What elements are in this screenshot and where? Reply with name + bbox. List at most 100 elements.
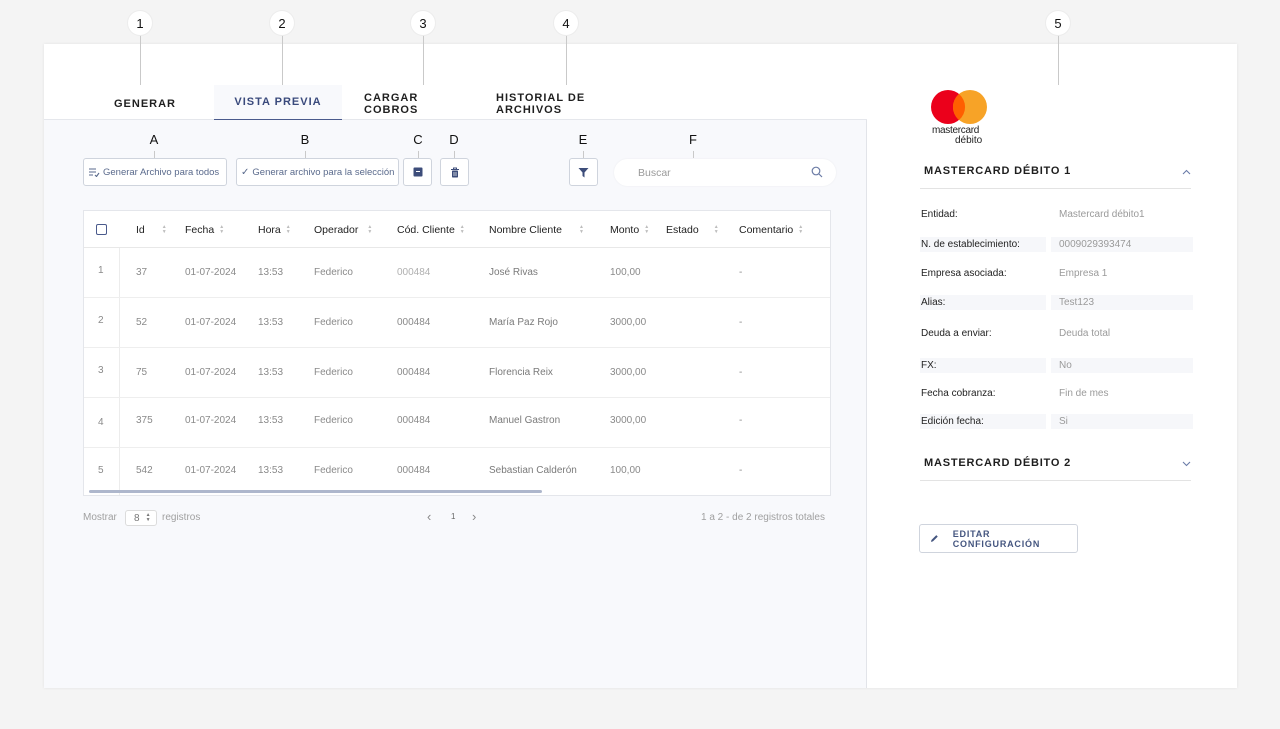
col-operador[interactable]: Operador ▲ ▼	[314, 224, 372, 236]
section-divider	[920, 188, 1191, 189]
cell-comentario: -	[739, 267, 743, 278]
cell-comentario: -	[739, 317, 743, 328]
sort-icon: ▲ ▼	[578, 224, 584, 235]
cell-fecha: 01-07-2024	[185, 465, 237, 476]
col-monto-label: Monto	[610, 224, 640, 236]
chevron-down-icon[interactable]	[1182, 461, 1191, 467]
cell-id: 37	[136, 267, 148, 278]
cell-fecha: 01-07-2024	[185, 317, 237, 328]
section-divider	[920, 480, 1191, 481]
cell-hora: 13:53	[258, 317, 284, 328]
delete-button[interactable]	[440, 158, 469, 186]
col-nombre-cliente[interactable]: Nombre Cliente ▲ ▼	[489, 224, 584, 236]
prev-page-button[interactable]: ‹	[427, 509, 431, 524]
horizontal-scrollbar[interactable]	[89, 490, 542, 493]
field-value-alias: Test123	[1051, 295, 1193, 310]
sort-icon: ▲ ▼	[219, 224, 225, 235]
table-row[interactable]: 5 542 01-07-2024 13:53 Federico 000484 S…	[84, 447, 830, 495]
field-label-establecimiento: N. de establecimiento:	[920, 237, 1046, 252]
tab-cargar-cobros[interactable]: CARGAR COBROS	[364, 86, 476, 121]
sort-icon: ▲ ▼	[459, 224, 465, 235]
cell-fecha: 01-07-2024	[185, 267, 237, 278]
sort-icon: ▲ ▼	[367, 224, 373, 235]
tab-vista-previa[interactable]: VISTA PREVIA	[214, 85, 342, 120]
cell-hora: 13:53	[258, 367, 284, 378]
col-cod-cliente[interactable]: Cód. Cliente ▲ ▼	[397, 224, 465, 236]
table-row[interactable]: 1 37 01-07-2024 13:53 Federico 000484 Jo…	[84, 248, 830, 298]
table-row[interactable]: 2 52 01-07-2024 13:53 Federico 000484 Ma…	[84, 298, 830, 348]
col-hora[interactable]: Hora ▲ ▼	[258, 224, 291, 236]
filter-button[interactable]	[569, 158, 598, 186]
edit-config-button[interactable]: EDITAR CONFIGURACIÓN	[919, 524, 1078, 553]
callout-1: 1	[128, 11, 152, 35]
callout-f: F	[681, 127, 705, 151]
callout-d: D	[442, 127, 466, 151]
archive-icon	[413, 167, 422, 177]
callout-e: E	[571, 127, 595, 151]
col-monto[interactable]: Monto ▲ ▼	[610, 224, 649, 236]
trash-icon	[450, 167, 459, 177]
section-title-debito-2[interactable]: MASTERCARD DÉBITO 2	[924, 457, 1071, 469]
sort-icon: ▲ ▼	[161, 224, 167, 235]
tab-historial-archivos[interactable]: HISTORIAL DE ARCHIVOS	[496, 86, 648, 121]
cell-monto: 3000,00	[610, 367, 647, 378]
cell-id: 542	[136, 465, 153, 476]
generate-all-button[interactable]: Generar Archivo para todos	[83, 158, 227, 186]
search-input[interactable]	[614, 159, 836, 186]
select-all-checkbox[interactable]	[96, 224, 107, 235]
callout-line-4	[566, 35, 567, 85]
row-number: 3	[98, 365, 104, 376]
cell-operador: Federico	[314, 465, 353, 476]
col-cod-cliente-label: Cód. Cliente	[397, 224, 455, 236]
next-page-button[interactable]: ›	[472, 509, 476, 524]
field-value-entidad: Mastercard débito1	[1051, 207, 1193, 222]
cell-monto: 100,00	[610, 267, 641, 278]
callout-2: 2	[270, 11, 294, 35]
callout-line-3	[423, 35, 424, 85]
archive-button[interactable]	[403, 158, 432, 186]
cell-comentario: -	[739, 367, 743, 378]
cell-id: 75	[136, 367, 148, 378]
callout-line-1	[140, 35, 141, 85]
page-size-select[interactable]: 8 ▲ ▼	[125, 510, 157, 526]
callout-5: 5	[1046, 11, 1070, 35]
logo-text-debito: débito	[955, 135, 983, 146]
field-label-entidad: Entidad:	[920, 207, 1046, 222]
callout-b: B	[293, 127, 317, 151]
table-row[interactable]: 4 375 01-07-2024 13:53 Federico 000484 M…	[84, 398, 830, 448]
section-title-debito-1[interactable]: MASTERCARD DÉBITO 1	[924, 165, 1071, 177]
field-value-establecimiento: 0009029393474	[1051, 237, 1193, 252]
sort-icon: ▲ ▼	[713, 224, 719, 235]
data-table: Id ▲ ▼ Fecha ▲ ▼ Hora ▲ ▼ Operador ▲ ▼ Cód. Clie…	[83, 210, 831, 496]
col-hora-label: Hora	[258, 224, 281, 236]
cell-nombre-cliente: Florencia Reix	[489, 367, 553, 378]
cell-nombre-cliente: Sebastian Calderón	[489, 465, 577, 476]
table-row[interactable]: 3 75 01-07-2024 13:53 Federico 000484 Fl…	[84, 348, 830, 398]
field-label-alias: Alias:	[920, 295, 1046, 310]
generate-all-label: Generar Archivo para todos	[103, 166, 220, 178]
field-label-empresa: Empresa asociada:	[920, 266, 1046, 281]
row-number: 5	[98, 465, 104, 476]
check-icon: ✓	[241, 166, 250, 178]
cell-monto: 3000,00	[610, 317, 647, 328]
field-value-deuda: Deuda total	[1051, 326, 1193, 341]
col-comentario[interactable]: Comentario ▲ ▼	[739, 224, 803, 236]
cell-fecha: 01-07-2024	[185, 415, 237, 426]
callout-3: 3	[411, 11, 435, 35]
cell-hora: 13:53	[258, 267, 284, 278]
col-fecha-label: Fecha	[185, 224, 215, 236]
pencil-icon	[930, 535, 938, 542]
chevron-up-icon[interactable]	[1182, 169, 1191, 175]
page-number[interactable]: 1	[451, 512, 455, 521]
tab-generar[interactable]: GENERAR	[103, 86, 187, 121]
sort-icon: ▲ ▼	[798, 224, 804, 235]
search-icon[interactable]	[811, 166, 823, 178]
generate-selection-button[interactable]: ✓ Generar archivo para la selección	[236, 158, 399, 186]
cell-cod-cliente: 000484	[397, 267, 431, 278]
col-estado-label: Estado	[666, 224, 699, 236]
col-id[interactable]: Id ▲ ▼	[136, 224, 167, 236]
callout-line-2	[282, 35, 283, 85]
col-fecha[interactable]: Fecha ▲ ▼	[185, 224, 224, 236]
col-estado[interactable]: Estado ▲ ▼	[666, 224, 719, 236]
show-label: Mostrar	[83, 512, 117, 523]
